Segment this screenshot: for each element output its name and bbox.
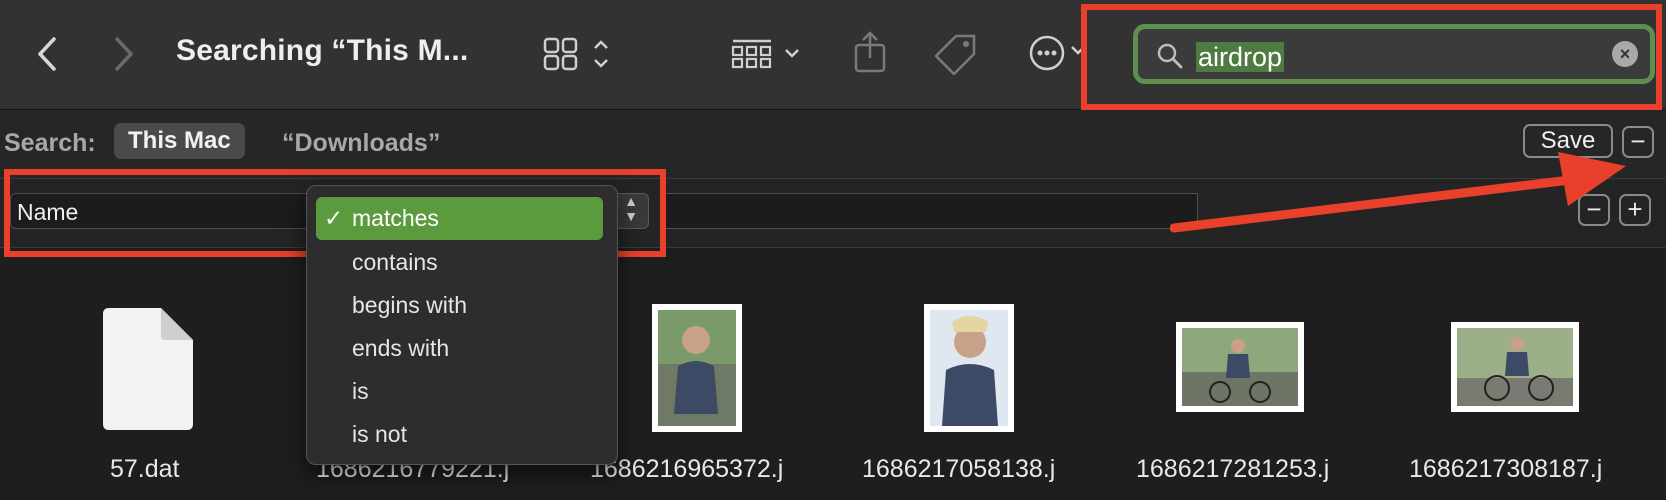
back-icon[interactable] xyxy=(36,36,58,72)
annotation-box-search xyxy=(1081,4,1662,110)
file-name[interactable]: 1686216965372.j xyxy=(590,455,783,484)
forward-icon[interactable] xyxy=(113,36,135,72)
menu-item-is[interactable]: is xyxy=(352,378,369,405)
tag-icon[interactable] xyxy=(932,32,978,78)
menu-item-is-not[interactable]: is not xyxy=(352,421,407,448)
icon-view-icon[interactable] xyxy=(543,37,613,71)
photo-thumbnail[interactable] xyxy=(1451,322,1579,412)
document-icon[interactable] xyxy=(101,306,195,432)
checkmark-icon: ✓ xyxy=(324,205,344,231)
menu-item-contains[interactable]: contains xyxy=(352,249,438,276)
file-name[interactable]: 1686217281253.j xyxy=(1136,455,1329,484)
operator-menu: ✓ matches contains begins with ends with… xyxy=(306,185,618,465)
file-name[interactable]: 1686217058138.j xyxy=(862,455,1055,484)
criteria-value-field[interactable] xyxy=(660,193,1198,229)
scope-downloads-button[interactable]: “Downloads” xyxy=(282,129,440,158)
file-name[interactable]: 1686217308187.j xyxy=(1409,455,1602,484)
group-icon[interactable] xyxy=(731,38,811,70)
file-name[interactable]: 57.dat xyxy=(110,455,180,484)
annotation-arrow xyxy=(1170,152,1626,233)
photo-thumbnail[interactable] xyxy=(924,304,1014,432)
menu-item-begins-with[interactable]: begins with xyxy=(352,292,467,319)
scope-this-mac-button[interactable]: This Mac xyxy=(114,123,245,159)
scope-label: Search: xyxy=(4,129,96,157)
menu-item-matches[interactable]: ✓ matches xyxy=(316,197,603,240)
photo-thumbnail[interactable] xyxy=(652,304,742,432)
window-title: Searching “This M... xyxy=(176,34,469,67)
photo-thumbnail[interactable] xyxy=(1176,322,1304,412)
menu-item-ends-with[interactable]: ends with xyxy=(352,335,449,362)
share-icon[interactable] xyxy=(853,30,887,74)
